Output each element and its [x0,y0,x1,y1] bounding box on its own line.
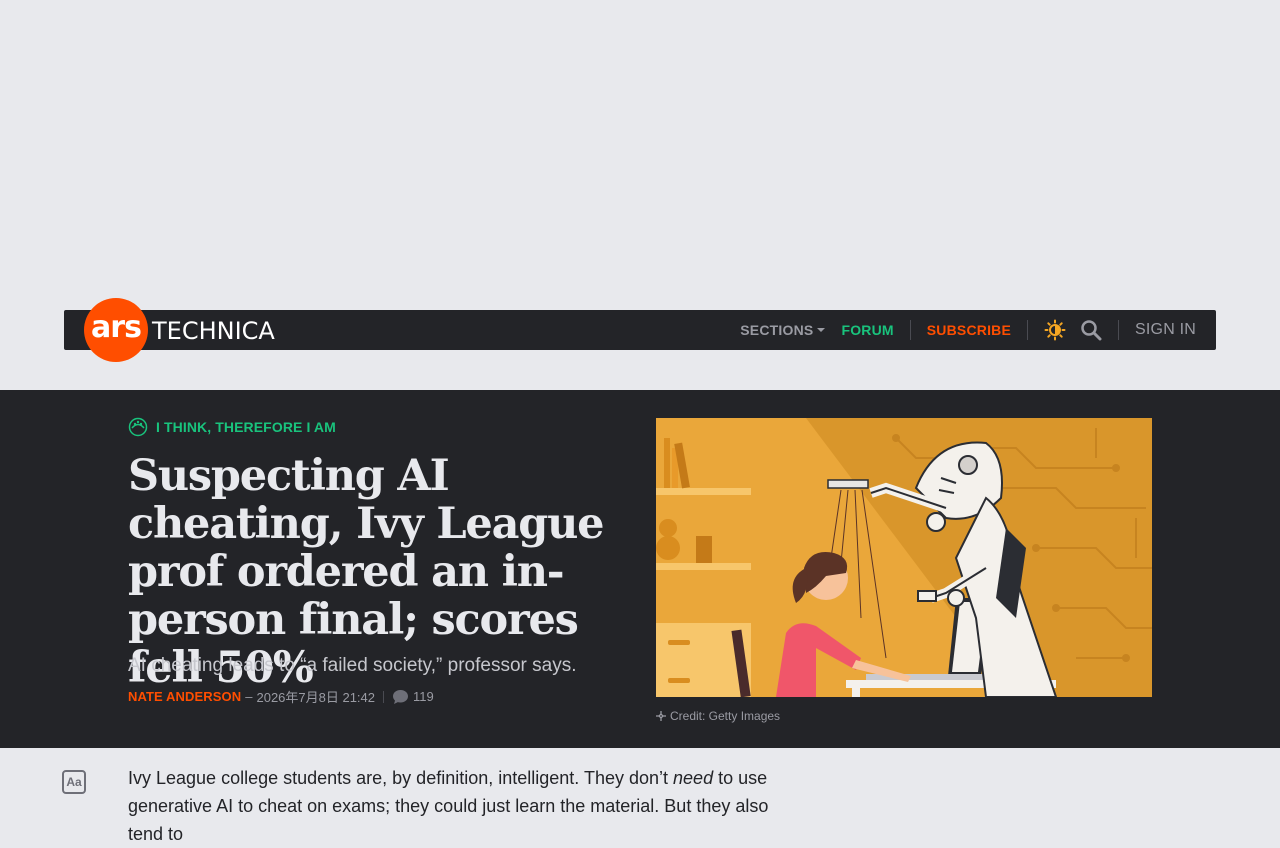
site-logo[interactable]: ars TECHNICA [84,298,275,362]
article-body: Aa Ivy League college students are, by d… [0,748,1280,844]
robot-puppeteer-illustration [656,418,1152,697]
search-button[interactable] [1080,319,1102,341]
comment-count: 119 [413,689,434,704]
sections-menu-button[interactable]: SECTIONS [740,322,826,338]
body-text-1: Ivy League college students are, by defi… [128,768,674,788]
article-hero: I THINK, THEREFORE I AM Suspecting AI ch… [0,390,1280,748]
subscribe-link[interactable]: SUBSCRIBE [927,322,1011,338]
credit-text: Credit: Getty Images [670,709,781,723]
chevron-down-icon [817,328,826,332]
sections-label: SECTIONS [740,322,814,338]
sun-icon [1044,319,1066,341]
article-dek: AI cheating leads to “a failed society,”… [128,655,577,676]
body-text-emphasis: need [673,768,714,788]
forum-link[interactable]: FORUM [841,322,893,338]
comment-bubble-icon [393,689,409,704]
kicker-label: I THINK, THEREFORE I AM [156,419,336,435]
byline-divider [383,690,385,703]
article-lead-image[interactable] [656,418,1152,697]
nav-actions: SECTIONS FORUM SUBSCRIBE SIGN IN [740,310,1196,350]
publish-date: 2026年7月8日 21:42 [256,690,376,705]
ad-space [0,0,1280,290]
search-icon [1081,320,1102,341]
body-paragraph: Ivy League college students are, by defi… [128,764,808,848]
expand-icon [656,711,666,721]
sign-in-link[interactable]: SIGN IN [1135,321,1196,339]
nav-divider [1027,320,1029,340]
theme-toggle-button[interactable] [1044,319,1066,341]
image-credit: Credit: Getty Images [656,709,780,723]
nav-divider [1118,320,1120,340]
author-link[interactable]: NATE ANDERSON [128,689,241,704]
logo-mark: ars [84,298,148,362]
nav-divider [909,320,911,340]
byline-separator: – [245,689,253,704]
article-byline: NATE ANDERSON – 2026年7月8日 21:42 119 [128,687,434,706]
comments-link[interactable]: 119 [392,689,434,705]
site-navbar: ars TECHNICA SECTIONS FORUM SUBSCRIBE SI… [64,298,1216,362]
text-size-button[interactable]: Aa [62,770,86,794]
article-kicker[interactable]: I THINK, THEREFORE I AM [128,417,336,437]
brain-icon [128,417,148,437]
logo-wordmark: TECHNICA [152,317,275,345]
